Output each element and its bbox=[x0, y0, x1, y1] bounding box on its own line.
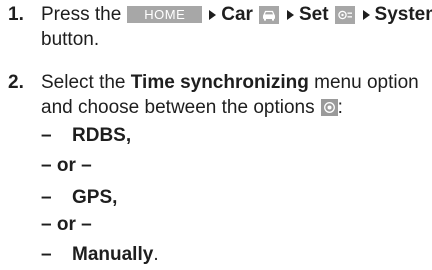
step-1-text: Press the HOME Car Set Syste button. bbox=[41, 2, 432, 52]
option-label: RDBS, bbox=[72, 125, 132, 146]
option-separator: – or – bbox=[41, 212, 92, 237]
button-word: button. bbox=[41, 29, 100, 50]
system-label: System bbox=[374, 4, 432, 25]
instruction-page: { "step1": { "number": "1.", "press": "P… bbox=[0, 0, 432, 270]
option-suffix: . bbox=[153, 244, 159, 265]
option-dash: – bbox=[41, 187, 52, 208]
or-separator: – or – bbox=[41, 214, 92, 235]
option-separator: – or – bbox=[41, 153, 92, 178]
radio-button-icon bbox=[320, 99, 338, 116]
car-label: Car bbox=[221, 4, 253, 25]
arrow-icon bbox=[362, 9, 370, 20]
home-key: HOME bbox=[127, 6, 203, 23]
step-number: 1. bbox=[8, 4, 24, 25]
or-separator: – or – bbox=[41, 155, 92, 176]
menu-option-rest: menu option bbox=[314, 72, 419, 93]
option-label: Manually. bbox=[72, 242, 159, 267]
set-label: Set bbox=[298, 4, 329, 25]
press-text: Press the bbox=[41, 4, 122, 25]
choose-text: and choose between the options bbox=[41, 97, 315, 118]
settings-icon bbox=[334, 5, 355, 24]
option-rdbs: – RDBS, bbox=[41, 123, 131, 148]
option-gps: – GPS, bbox=[41, 185, 117, 210]
step-number: 2. bbox=[8, 72, 24, 93]
colon: : bbox=[337, 97, 343, 118]
car-icon bbox=[258, 5, 279, 24]
option-manually: – Manually. bbox=[41, 242, 159, 267]
option-label-text: Manually bbox=[72, 244, 154, 265]
menu-option-name: Time synchronizing bbox=[130, 72, 309, 93]
option-dash: – bbox=[41, 244, 52, 265]
select-text: Select the bbox=[41, 72, 126, 93]
arrow-icon bbox=[286, 9, 294, 20]
option-dash: – bbox=[41, 125, 52, 146]
arrow-icon bbox=[209, 9, 217, 20]
step-2-text: Select the Time synchronizing menu optio… bbox=[41, 70, 419, 120]
option-label: GPS, bbox=[72, 187, 118, 208]
